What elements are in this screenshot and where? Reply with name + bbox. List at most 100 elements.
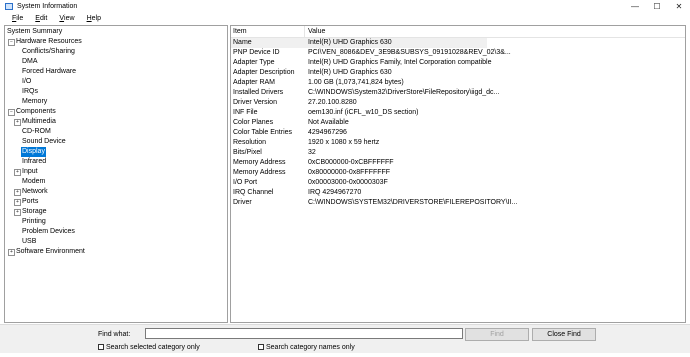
maximize-button[interactable]: ☐ <box>646 0 668 14</box>
close-find-button[interactable]: Close Find <box>532 328 596 341</box>
tree-item-multimedia[interactable]: Multimedia <box>22 117 56 127</box>
tree-item-usb[interactable]: USB <box>22 237 36 247</box>
column-header-value[interactable]: Value <box>308 27 325 36</box>
search-category-names-label: Search category names only <box>266 344 355 351</box>
expand-icon[interactable]: + <box>14 169 21 176</box>
list-row[interactable]: IRQ Channel IRQ 4294967270 <box>231 188 685 198</box>
tree-item-problem-devices[interactable]: Problem Devices <box>22 227 75 237</box>
row-item: Memory Address <box>233 169 286 176</box>
list-row[interactable]: Adapter RAM 1.00 GB (1,073,741,824 bytes) <box>231 78 685 88</box>
list-row[interactable]: Color Planes Not Available <box>231 118 685 128</box>
tree-item-hardware-resources[interactable]: Hardware Resources <box>16 37 82 47</box>
row-value: IRQ 4294967270 <box>308 189 362 196</box>
tree-item-cd-rom[interactable]: CD-ROM <box>22 127 51 137</box>
checkbox-box[interactable] <box>258 344 264 350</box>
close-button[interactable]: ✕ <box>668 0 690 14</box>
row-value: 0x00003000-0x0000303F <box>308 179 388 186</box>
list-row[interactable]: Name Intel(R) UHD Graphics 630 <box>231 38 487 48</box>
list-row[interactable]: Memory Address 0x80000000-0x8FFFFFFF <box>231 168 685 178</box>
row-item: Memory Address <box>233 159 286 166</box>
column-divider[interactable] <box>304 26 305 37</box>
row-item: I/O Port <box>233 179 258 186</box>
tree-item-components[interactable]: Components <box>16 107 56 117</box>
row-value: 0x80000000-0x8FFFFFFF <box>308 169 391 176</box>
row-item: INF File <box>233 109 258 116</box>
tree-item-sound-device[interactable]: Sound Device <box>22 137 66 147</box>
expand-icon[interactable]: + <box>14 209 21 216</box>
row-value: 1.00 GB (1,073,741,824 bytes) <box>308 79 404 86</box>
menu-view[interactable]: View <box>53 14 74 24</box>
list-row[interactable]: Bits/Pixel 32 <box>231 148 685 158</box>
tree-item-forced-hardware[interactable]: Forced Hardware <box>22 67 76 77</box>
list-header: Item Value <box>231 26 685 38</box>
system-information-app-icon <box>5 3 13 10</box>
list-row[interactable]: Adapter Description Intel(R) UHD Graphics… <box>231 68 685 78</box>
tree-item-modem[interactable]: Modem <box>22 177 45 187</box>
tree-item-io[interactable]: I/O <box>22 77 31 87</box>
menu-file[interactable]: File <box>6 14 23 24</box>
minimize-button[interactable]: — <box>624 0 646 14</box>
row-item: Bits/Pixel <box>233 149 262 156</box>
row-value: 32 <box>308 149 316 156</box>
row-value: 0xCB000000-0xCBFFFFFF <box>308 159 394 166</box>
tree-item-infrared[interactable]: Infrared <box>22 157 46 167</box>
menu-help[interactable]: Help <box>81 14 101 24</box>
tree-item-software-environment[interactable]: Software Environment <box>16 247 85 257</box>
tree-item-storage[interactable]: Storage <box>22 207 47 217</box>
checkbox-box[interactable] <box>98 344 104 350</box>
row-value: Intel(R) UHD Graphics 630 <box>308 69 392 76</box>
row-value: C:\WINDOWS\System32\DriverStore\FileRepo… <box>308 89 500 96</box>
tree-item-irqs[interactable]: IRQs <box>22 87 38 97</box>
tree-item-memory[interactable]: Memory <box>22 97 47 107</box>
expand-icon[interactable]: + <box>14 119 21 126</box>
row-item: Driver Version <box>233 99 277 106</box>
menu-bar: File Edit View Help <box>0 14 690 24</box>
collapse-icon[interactable]: − <box>8 39 15 46</box>
tree-item-display[interactable]: Display <box>21 147 46 157</box>
row-value: C:\WINDOWS\SYSTEM32\DRIVERSTORE\FILEREPO… <box>308 199 518 206</box>
tree-item-ports[interactable]: Ports <box>22 197 38 207</box>
search-selected-category-checkbox[interactable]: Search selected category only <box>98 344 200 352</box>
find-bar: Find what: Find Close Find Search select… <box>0 324 690 354</box>
tree-item-system-summary[interactable]: System Summary <box>7 27 62 37</box>
details-list[interactable]: Item Value Name Intel(R) UHD Graphics 630… <box>230 25 686 323</box>
expand-icon[interactable]: + <box>14 199 21 206</box>
tree-item-dma[interactable]: DMA <box>22 57 38 67</box>
row-item: Name <box>233 39 252 46</box>
list-row[interactable]: PNP Device ID PCI\VEN_8086&DEV_3E9B&SUBSY… <box>231 48 685 58</box>
row-value: 4294967296 <box>308 129 347 136</box>
row-item: IRQ Channel <box>233 189 274 196</box>
row-item: Color Table Entries <box>233 129 293 136</box>
tree-item-conflicts-sharing[interactable]: Conflicts/Sharing <box>22 47 75 57</box>
list-row[interactable]: Memory Address 0xCB000000-0xCBFFFFFF <box>231 158 685 168</box>
list-row[interactable]: Color Table Entries 4294967296 <box>231 128 685 138</box>
list-row[interactable]: Adapter Type Intel(R) UHD Graphics Family… <box>231 58 685 68</box>
expand-icon[interactable]: + <box>8 249 15 256</box>
list-row[interactable]: Driver C:\WINDOWS\SYSTEM32\DRIVERSTORE\FI… <box>231 198 685 208</box>
tree-item-network[interactable]: Network <box>22 187 48 197</box>
find-button[interactable]: Find <box>465 328 529 341</box>
row-value: Intel(R) UHD Graphics Family, Intel Corp… <box>308 59 492 66</box>
tree-item-input[interactable]: Input <box>22 167 38 177</box>
find-what-label: Find what: <box>98 331 131 338</box>
column-header-item[interactable]: Item <box>233 27 247 36</box>
row-value: Not Available <box>308 119 349 126</box>
list-row[interactable]: I/O Port 0x00003000-0x0000303F <box>231 178 685 188</box>
row-item: Driver <box>233 199 252 206</box>
find-what-input[interactable] <box>145 328 463 339</box>
collapse-icon[interactable]: − <box>8 109 15 116</box>
expand-icon[interactable]: + <box>14 189 21 196</box>
row-value: 27.20.100.8280 <box>308 99 357 106</box>
list-row[interactable]: Resolution 1920 x 1080 x 59 hertz <box>231 138 685 148</box>
row-item: Adapter Description <box>233 69 295 76</box>
search-category-names-checkbox[interactable]: Search category names only <box>258 344 355 352</box>
list-row[interactable]: Driver Version 27.20.100.8280 <box>231 98 685 108</box>
system-information-window: System Information — ☐ ✕ File Edit View Hel… <box>0 0 690 354</box>
list-row[interactable]: INF File oem130.inf (iCFL_w10_DS section) <box>231 108 685 118</box>
list-row[interactable]: Installed Drivers C:\WINDOWS\System32\Dri… <box>231 88 685 98</box>
category-tree[interactable]: System Summary − Hardware Resources Conf… <box>4 25 228 323</box>
row-item: Adapter RAM <box>233 79 276 86</box>
row-value: PCI\VEN_8086&DEV_3E9B&SUBSYS_09191028&RE… <box>308 49 511 56</box>
tree-item-printing[interactable]: Printing <box>22 217 46 227</box>
menu-edit[interactable]: Edit <box>29 14 47 24</box>
